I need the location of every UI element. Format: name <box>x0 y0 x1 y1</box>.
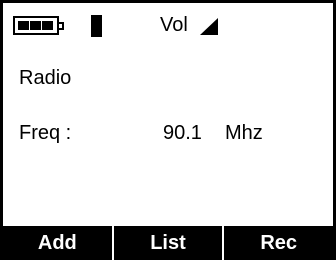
frequency-label: Freq : <box>19 122 72 144</box>
softkey-bar: Add List Rec <box>3 226 333 260</box>
volume-triangle-icon <box>200 18 218 35</box>
volume-label: Vol <box>160 14 188 36</box>
list-softkey[interactable]: List <box>114 226 225 260</box>
device-screen: Vol Radio Freq : 90.1 Mhz Add List Rec <box>0 0 336 260</box>
signal-icon <box>91 15 102 37</box>
status-bar: Vol <box>3 3 333 43</box>
rec-softkey[interactable]: Rec <box>224 226 333 260</box>
add-softkey[interactable]: Add <box>3 226 114 260</box>
screen-title: Radio <box>19 67 72 89</box>
frequency-value: 90.1 <box>163 122 202 144</box>
battery-icon <box>13 16 64 35</box>
frequency-unit: Mhz <box>225 122 263 144</box>
